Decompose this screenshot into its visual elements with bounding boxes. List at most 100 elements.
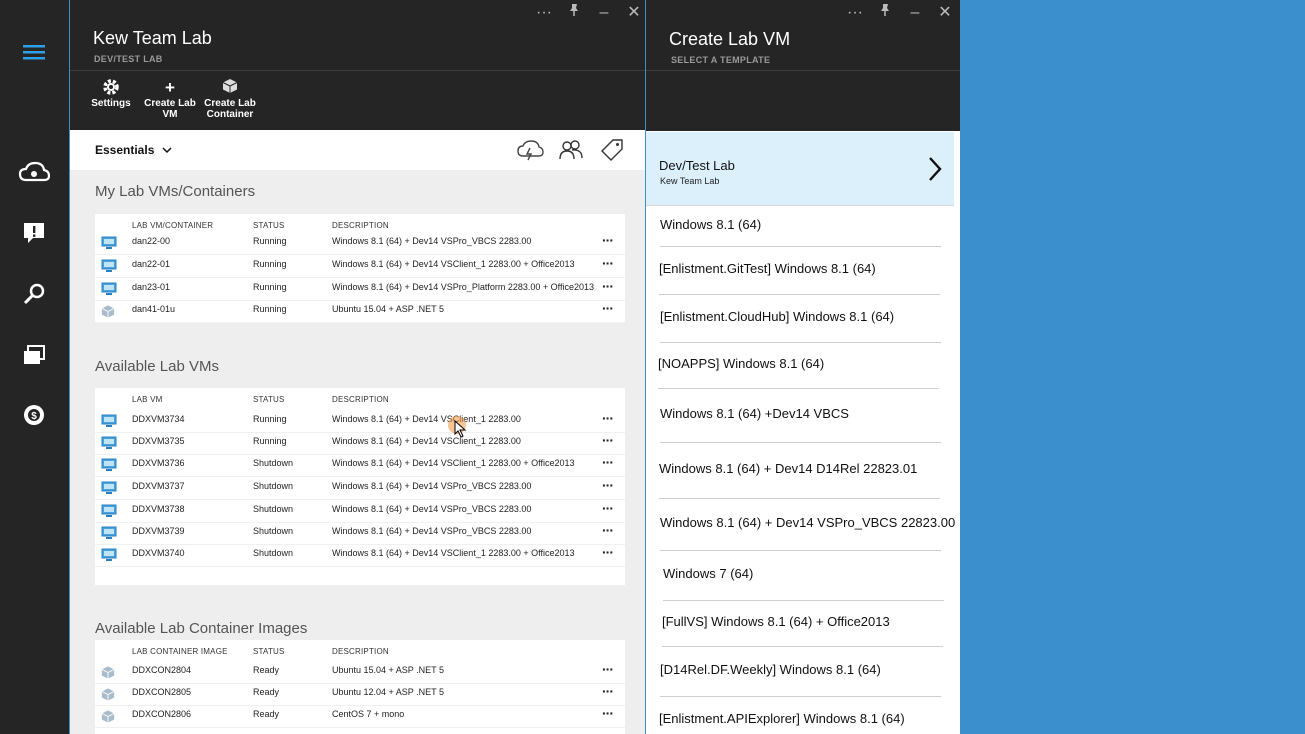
template-item[interactable]: [D14Rel.DF.Weekly] Windows 8.1 (64) [660, 646, 941, 697]
vm-icon [101, 282, 117, 298]
row-name: DDXCON2804 [132, 665, 192, 675]
hamburger-icon[interactable] [14, 32, 54, 72]
create-vm-header: ··· – ✕ Create Lab VM SELECT A TEMPLATE [646, 0, 960, 131]
more-icon[interactable]: ··· [602, 255, 614, 271]
create-vm-label-line1: Create Lab [144, 98, 196, 109]
more-icon[interactable]: ··· [602, 232, 614, 248]
column-header-description: DESCRIPTION [332, 647, 389, 656]
row-status: Running [253, 282, 287, 292]
column-header-name: LAB VM/CONTAINER [132, 221, 214, 230]
template-item[interactable]: [Enlistment.GitTest] Windows 8.1 (64) [659, 246, 940, 295]
pin-icon[interactable] [559, 3, 589, 23]
pin-icon[interactable] [870, 3, 900, 23]
more-icon[interactable]: ··· [602, 454, 614, 470]
template-item[interactable]: Windows 7 (64) [663, 550, 944, 601]
more-icon[interactable]: ··· [840, 3, 870, 23]
table-row[interactable]: dan22-01 Running Windows 8.1 (64) + Dev14 … [95, 255, 625, 278]
more-icon[interactable]: ··· [529, 3, 559, 23]
create-lab-container-button[interactable]: Create Lab Container [201, 78, 259, 120]
create-vm-label-line2: VM [162, 109, 178, 120]
selected-lab-row[interactable]: Dev/Test Lab Kew Team Lab [646, 132, 954, 205]
more-icon[interactable]: ··· [602, 477, 614, 493]
create-vm-title: Create Lab VM [669, 29, 791, 49]
essentials-toggle[interactable]: Essentials [95, 143, 172, 157]
table-row[interactable]: DDXCON2805 Ready Ubuntu 12.04 + ASP .NET 5… [95, 683, 625, 706]
page-subtitle: DEV/TEST LAB [94, 54, 163, 64]
row-name: DDXVM3739 [132, 526, 185, 536]
vm-icon [101, 414, 117, 430]
more-icon[interactable]: ··· [602, 500, 614, 516]
table-row[interactable]: DDXVM3740 Shutdown Windows 8.1 (64) + Dev1… [95, 544, 625, 567]
row-status: Running [253, 414, 287, 424]
more-icon[interactable]: ··· [602, 410, 614, 426]
gear-icon [82, 78, 140, 98]
container-icon [101, 709, 115, 726]
table-row[interactable]: DDXVM3734 Running Windows 8.1 (64) + Dev14… [95, 410, 625, 433]
more-icon[interactable]: ··· [602, 705, 614, 721]
row-status: Ready [253, 687, 280, 697]
search-key-icon[interactable] [14, 274, 54, 314]
row-description: Windows 8.1 (64) + Dev14 VSPro_VBCS 2283… [332, 236, 532, 246]
my-vms-grid: LAB VM/CONTAINER STATUS DESCRIPTION dan2… [95, 214, 625, 323]
table-row[interactable]: DDXCON2804 Ready Ubuntu 15.04 + ASP .NET 5… [95, 661, 625, 684]
more-icon[interactable]: ··· [602, 683, 614, 699]
tag-icon[interactable] [600, 138, 624, 167]
more-icon[interactable]: ··· [602, 661, 614, 677]
minimize-icon[interactable]: – [900, 3, 930, 23]
row-description: Windows 8.1 (64) + Dev14 VSClient_1 2283… [332, 414, 521, 424]
row-status: Running [253, 304, 287, 314]
template-item[interactable]: [Enlistment.CloudHub] Windows 8.1 (64) [660, 294, 941, 343]
template-item[interactable]: Windows 8.1 (64) +Dev14 VBCS [660, 388, 941, 443]
vm-icon [101, 259, 117, 275]
row-status: Shutdown [253, 526, 294, 536]
row-status: Ready [253, 665, 280, 675]
column-header-description: DESCRIPTION [332, 221, 389, 230]
more-icon[interactable]: ··· [602, 544, 614, 560]
windows-icon[interactable] [14, 335, 54, 375]
vm-icon [101, 548, 117, 564]
minimize-icon[interactable]: – [589, 3, 619, 23]
row-status: Ready [253, 709, 280, 719]
table-row[interactable]: DDXVM3738 Shutdown Windows 8.1 (64) + Dev1… [95, 500, 625, 523]
settings-button[interactable]: Settings [82, 78, 140, 109]
close-icon[interactable]: ✕ [619, 3, 645, 23]
vm-icon [101, 458, 117, 474]
cube-icon [201, 78, 259, 98]
table-row[interactable]: DDXCON2806 Ready CentOS 7 + mono ··· [95, 705, 625, 728]
row-status: Shutdown [253, 481, 294, 491]
table-row[interactable]: DDXVM3735 Running Windows 8.1 (64) + Dev14… [95, 432, 625, 455]
more-icon[interactable]: ··· [602, 278, 614, 294]
column-header-status: STATUS [253, 395, 285, 404]
table-row[interactable]: DDXVM3736 Shutdown Windows 8.1 (64) + Dev1… [95, 454, 625, 477]
table-row[interactable]: DDXVM3737 Shutdown Windows 8.1 (64) + Dev1… [95, 477, 625, 500]
template-item[interactable]: Windows 8.1 (64) [660, 206, 941, 247]
more-icon[interactable]: ··· [602, 432, 614, 448]
create-lab-vm-button[interactable]: + Create Lab VM [141, 78, 199, 120]
more-icon[interactable]: ··· [602, 522, 614, 538]
table-row[interactable]: dan22-00 Running Windows 8.1 (64) + Dev14 … [95, 232, 625, 255]
vm-icon [101, 526, 117, 542]
table-row[interactable]: DDXVM3739 Shutdown Windows 8.1 (64) + Dev1… [95, 522, 625, 545]
table-row[interactable]: dan41-01u Running Ubuntu 15.04 + ASP .NET … [95, 300, 625, 323]
row-name: DDXVM3738 [132, 504, 185, 514]
close-icon[interactable]: ✕ [930, 3, 960, 23]
alert-icon[interactable] [14, 213, 54, 253]
template-item[interactable]: [FullVS] Windows 8.1 (64) + Office2013 [662, 600, 943, 647]
dollar-icon[interactable]: $ [14, 395, 54, 435]
template-item[interactable]: Windows 8.1 (64) + Dev14 D14Rel 22823.01 [659, 442, 940, 499]
row-status: Running [253, 436, 287, 446]
column-header-description: DESCRIPTION [332, 395, 389, 404]
column-header-name: LAB VM [132, 395, 163, 404]
row-description: Ubuntu 15.04 + ASP .NET 5 [332, 304, 444, 314]
cloud-lightning-icon[interactable] [516, 138, 544, 167]
table-row[interactable]: dan23-01 Running Windows 8.1 (64) + Dev14 … [95, 278, 625, 301]
template-item[interactable]: [Enlistment.APIExplorer] Windows 8.1 (64… [659, 696, 940, 734]
template-item[interactable]: [NOAPPS] Windows 8.1 (64) [658, 342, 939, 389]
vm-icon [101, 236, 117, 252]
row-name: DDXVM3740 [132, 548, 185, 558]
template-item[interactable]: Windows 8.1 (64) + Dev14 VSPro_VBCS 2282… [660, 498, 955, 551]
more-icon[interactable]: ··· [602, 300, 614, 316]
users-icon[interactable] [558, 138, 584, 167]
cloud-icon[interactable] [14, 152, 54, 192]
row-description: Windows 8.1 (64) + Dev14 VSClient_1 2283… [332, 458, 575, 468]
